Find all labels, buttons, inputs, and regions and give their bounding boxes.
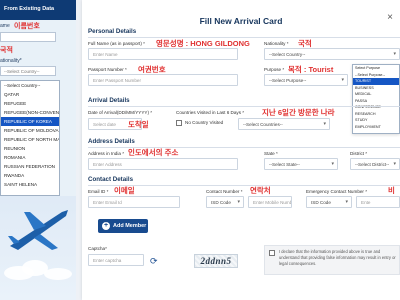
plus-icon: + (102, 221, 110, 230)
country-option[interactable]: REPUBLIC OF MOLDOVA (1, 126, 59, 135)
emergency-number-input[interactable]: Ente (356, 196, 400, 208)
country-option[interactable]: SAINT HELENA (1, 180, 59, 189)
country-option[interactable]: RWANDA (1, 171, 59, 180)
india-address-input[interactable]: Enter Address (88, 158, 238, 170)
declaration-text: I declare that the information provided … (279, 249, 396, 266)
nationality-label: ationality* (0, 58, 22, 64)
name-label: ame 이름번호 (0, 23, 40, 30)
country-option[interactable]: ROMANIA (1, 153, 59, 162)
country-option[interactable]: REFUGEE (1, 99, 59, 108)
isd-code-select[interactable]: ISD Code (206, 196, 244, 208)
no-country-label: No Country Visited (185, 120, 224, 125)
countries-visited-korean-annotation: 지난 6일간 방문한 나라 (262, 108, 335, 117)
country-option[interactable]: REFUGEE(NON-CONVENTIO (1, 108, 59, 117)
emergency-contact-label: Emergency Contact Number * (306, 189, 368, 194)
cloud-shape (44, 268, 72, 280)
country-option[interactable]: --Select Country-- (1, 81, 59, 90)
airplane-illustration (0, 196, 76, 300)
purpose-option[interactable]: EMPLOYMENT (353, 124, 399, 131)
captcha-image: 2ddnn5 (194, 254, 238, 268)
section-contact-heading: Contact Details (88, 176, 134, 183)
country-option[interactable]: REPUBLIC OF NORTH MACE (1, 135, 59, 144)
country-option[interactable]: RUSSIAN FEDERATION (1, 162, 59, 171)
passport-label: Passport Number * (88, 67, 127, 72)
purpose-dropdown-list: Select Purpose --Select Purpose-- TOURIST B… (352, 64, 400, 134)
page-title: Fill New Arrival Card (199, 16, 283, 26)
captcha-label: Captcha* (88, 246, 107, 251)
arrival-date-korean-annotation: 도착일 (128, 120, 149, 129)
email-input[interactable]: Enter Email Id (88, 196, 180, 208)
section-personal-heading: Personal Details (88, 28, 137, 35)
no-country-checkbox[interactable] (176, 120, 182, 126)
india-address-korean-annotation: 인도에서의 주소 (128, 148, 179, 157)
full-name-label: Full Name (as in passport) * (88, 41, 145, 46)
country-option[interactable]: REUNION (1, 144, 59, 153)
section-address-heading: Address Details (88, 138, 135, 145)
nationality-korean-label: 국적 (0, 47, 13, 54)
purpose-label: Purpose * (264, 67, 285, 72)
arrival-card-form: Fill New Arrival Card × Personal Details… (82, 0, 400, 300)
section-arrival-heading: Arrival Details (88, 97, 130, 104)
nationality-label: Nationality * (264, 41, 289, 46)
add-member-button[interactable]: + Add Member (98, 219, 148, 233)
passport-input[interactable]: Enter Passport Number (88, 74, 238, 86)
airplane-icon (8, 210, 68, 250)
india-address-label: Address in India * (88, 151, 125, 156)
contact-number-korean-annotation: 연락처 (250, 186, 271, 195)
sidebar-country-select[interactable]: --Select Country-- (0, 66, 56, 76)
email-korean-annotation: 이메일 (114, 186, 135, 195)
district-label: District * (350, 151, 368, 156)
arrival-date-label: Date of Arrival(DD/MM/YYYY) * (88, 110, 153, 115)
country-option[interactable]: QATAR (1, 90, 59, 99)
countries-visited-select[interactable]: --Select Countries-- (238, 118, 330, 130)
purpose-select[interactable]: --Select Purpose-- (264, 74, 348, 86)
add-member-label: Add Member (113, 223, 147, 229)
declaration-box: I declare that the information provided … (264, 245, 400, 275)
emergency-isd-select[interactable]: ISD Code (306, 196, 352, 208)
contact-number-label: Contact Number * (206, 189, 243, 194)
name-label-text: ame (0, 23, 10, 29)
section-divider (88, 106, 400, 107)
emergency-contact-korean-annotation: 비 (388, 186, 395, 195)
countries-visited-label: Countries Visited in Last 6 Days * (176, 110, 245, 115)
email-label: Email ID * (88, 189, 109, 194)
existing-data-sidebar: From Existing Data ame 이름번호 국적 ationalit… (0, 0, 76, 300)
nationality-select[interactable]: --Select Country-- (264, 48, 400, 60)
state-label: State * (264, 151, 278, 156)
full-name-input[interactable]: Enter Name (88, 48, 238, 60)
sidebar-title: From Existing Data (4, 6, 55, 12)
refresh-captcha-icon[interactable]: ⟳ (150, 256, 158, 267)
country-option[interactable]: REPUBLIC OF KOREA (1, 117, 59, 126)
declaration-checkbox[interactable] (269, 250, 275, 256)
sidebar-name-input[interactable] (0, 32, 56, 42)
close-button[interactable]: × (384, 12, 396, 24)
captcha-input[interactable]: Enter captcha (88, 254, 144, 266)
name-label-korean: 이름번호 (14, 23, 40, 30)
mobile-number-input[interactable]: Enter Mobile Numb (248, 196, 292, 208)
state-select[interactable]: --Select State-- (264, 158, 338, 170)
country-dropdown-list: --Select Country-- QATAR REFUGEE REFUGEE(NO… (0, 80, 60, 196)
district-select[interactable]: --Select District-- (350, 158, 400, 170)
